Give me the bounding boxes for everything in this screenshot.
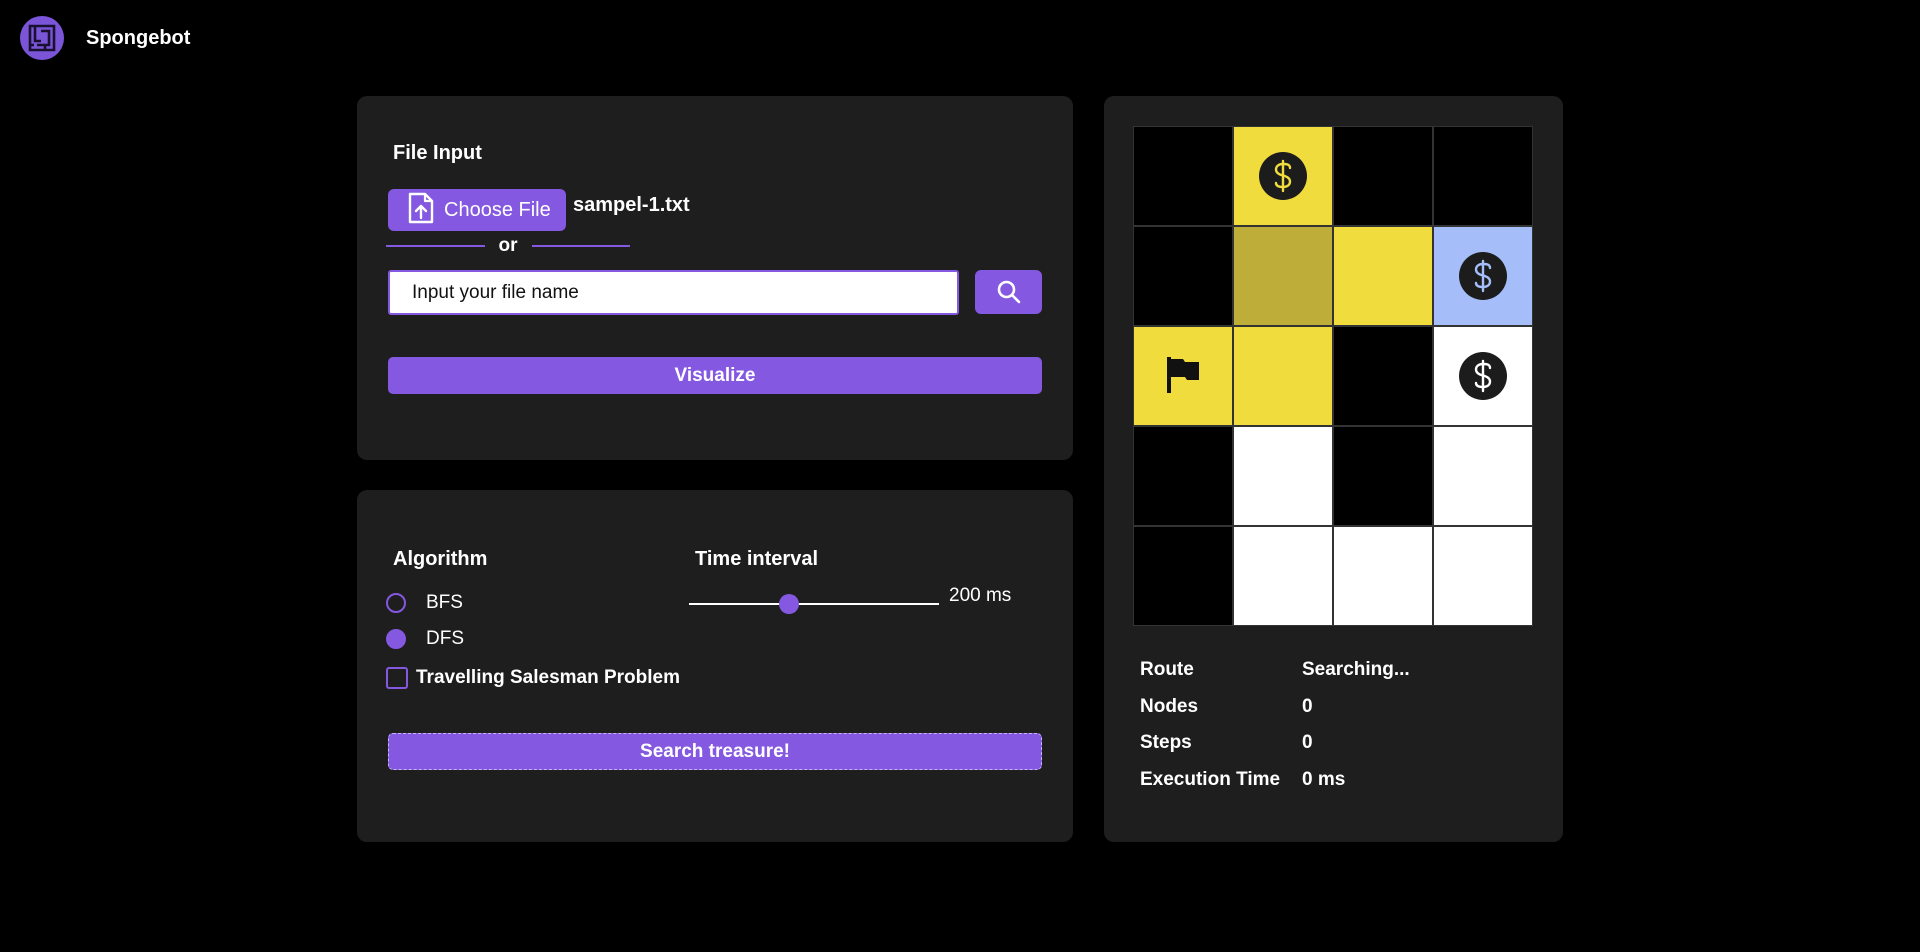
- stat-value: 0: [1302, 695, 1313, 717]
- maze-cell-wall: [1434, 127, 1532, 225]
- radio-label: BFS: [426, 592, 463, 613]
- time-interval-title: Time interval: [695, 548, 819, 570]
- filename-search-button[interactable]: [975, 270, 1042, 314]
- radio-button[interactable]: [386, 593, 406, 613]
- stat-nodes: Nodes 0: [1140, 689, 1410, 726]
- maze-cell-visited: [1234, 327, 1332, 425]
- slider-thumb[interactable]: [779, 594, 799, 614]
- maze-cell-backtracked: [1234, 227, 1332, 325]
- radio-option-bfs[interactable]: BFS: [386, 592, 463, 614]
- choose-file-label: Choose File: [444, 198, 551, 221]
- time-interval-value: 200 ms: [949, 585, 1012, 606]
- maze-cell-path: [1434, 527, 1532, 625]
- maze-cell-path: [1334, 527, 1432, 625]
- file-input-panel: File Input Choose File sampel-1.txt or V…: [357, 96, 1073, 460]
- maze-cell-wall: [1134, 227, 1232, 325]
- stat-label: Nodes: [1140, 695, 1199, 717]
- stat-route: Route Searching...: [1140, 652, 1410, 689]
- visualize-button[interactable]: Visualize: [388, 357, 1042, 394]
- treasure-icon: [1259, 152, 1307, 200]
- stat-value: 0: [1302, 732, 1313, 754]
- maze-cell-path: [1234, 427, 1332, 525]
- maze-cell-path: [1434, 327, 1532, 425]
- algorithm-title: Algorithm: [393, 548, 488, 570]
- maze-cell-wall: [1334, 127, 1432, 225]
- stat-label: Steps: [1140, 732, 1192, 754]
- stat-steps: Steps 0: [1140, 725, 1410, 762]
- radio-option-dfs[interactable]: DFS: [386, 628, 464, 650]
- file-input-title: File Input: [393, 142, 482, 164]
- maze-grid: [1133, 126, 1533, 626]
- stat-execution-time: Execution Time 0 ms: [1140, 762, 1410, 799]
- slider-track: [689, 603, 939, 605]
- algorithm-panel: Algorithm BFS DFS Travelling Salesman Pr…: [357, 490, 1073, 842]
- divider-line-right: [531, 245, 630, 247]
- tsp-checkbox[interactable]: [386, 667, 408, 689]
- maze-cell-current: [1434, 227, 1532, 325]
- divider-line-left: [386, 245, 485, 247]
- search-treasure-button[interactable]: Search treasure!: [388, 733, 1042, 770]
- tsp-label: Travelling Salesman Problem: [416, 667, 680, 688]
- maze-cell-path: [1434, 427, 1532, 525]
- search-icon: [997, 280, 1020, 304]
- maze-cell-visited: [1134, 327, 1232, 425]
- choose-file-button[interactable]: Choose File: [388, 189, 566, 231]
- maze-cell-wall: [1134, 527, 1232, 625]
- app-header: Spongebot: [20, 16, 190, 60]
- radio-button[interactable]: [386, 629, 406, 649]
- treasure-icon: [1459, 352, 1507, 400]
- treasure-icon: [1459, 252, 1507, 300]
- stat-value: Searching...: [1302, 659, 1410, 681]
- result-stats: Route Searching... Nodes 0 Steps 0 Execu…: [1140, 652, 1410, 798]
- maze-cell-wall: [1334, 327, 1432, 425]
- or-text: or: [498, 235, 518, 256]
- stat-value: 0 ms: [1302, 768, 1346, 790]
- app-name: Spongebot: [86, 26, 191, 49]
- or-divider: or: [386, 234, 630, 258]
- time-interval-slider[interactable]: [689, 594, 939, 614]
- tsp-checkbox-row[interactable]: Travelling Salesman Problem: [386, 667, 680, 689]
- start-flag-icon: [1163, 353, 1203, 400]
- maze-cell-path: [1234, 527, 1332, 625]
- file-upload-icon: [408, 192, 434, 229]
- stat-label: Route: [1140, 659, 1194, 681]
- filename-input[interactable]: [388, 270, 959, 315]
- maze-cell-visited: [1234, 127, 1332, 225]
- maze-cell-wall: [1134, 127, 1232, 225]
- maze-cell-visited: [1334, 227, 1432, 325]
- maze-logo-icon[interactable]: [20, 16, 64, 60]
- radio-label: DFS: [426, 628, 464, 649]
- maze-cell-wall: [1134, 427, 1232, 525]
- maze-cell-wall: [1334, 427, 1432, 525]
- selected-file-name: sampel-1.txt: [573, 194, 690, 216]
- stat-label: Execution Time: [1140, 768, 1281, 790]
- maze-panel: Route Searching... Nodes 0 Steps 0 Execu…: [1104, 96, 1563, 842]
